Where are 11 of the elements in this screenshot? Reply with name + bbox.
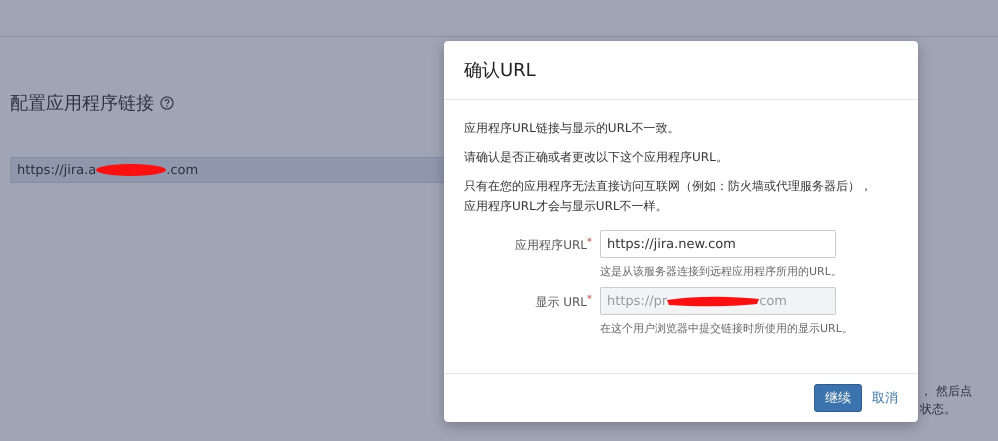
field-help-text: 这是从该服务器连接到远程应用程序所用的URL。 (600, 264, 842, 279)
background-text: ， 然后点 (920, 383, 972, 400)
field-help-text: 在这个用户浏览器中提交链接时所使用的显示URL。 (600, 321, 853, 336)
dialog-title: 确认URL (464, 59, 536, 82)
dialog-message: 应用程序URL链接与显示的URL不一致。 (464, 120, 681, 137)
required-mark: * (587, 237, 592, 248)
background-text: 状态。 (920, 401, 957, 418)
field-label: 显示 URL (535, 295, 587, 309)
required-mark: * (587, 294, 592, 305)
page-heading: 配置应用程序链接 (10, 92, 154, 115)
field-label: 应用程序URL (515, 238, 587, 252)
